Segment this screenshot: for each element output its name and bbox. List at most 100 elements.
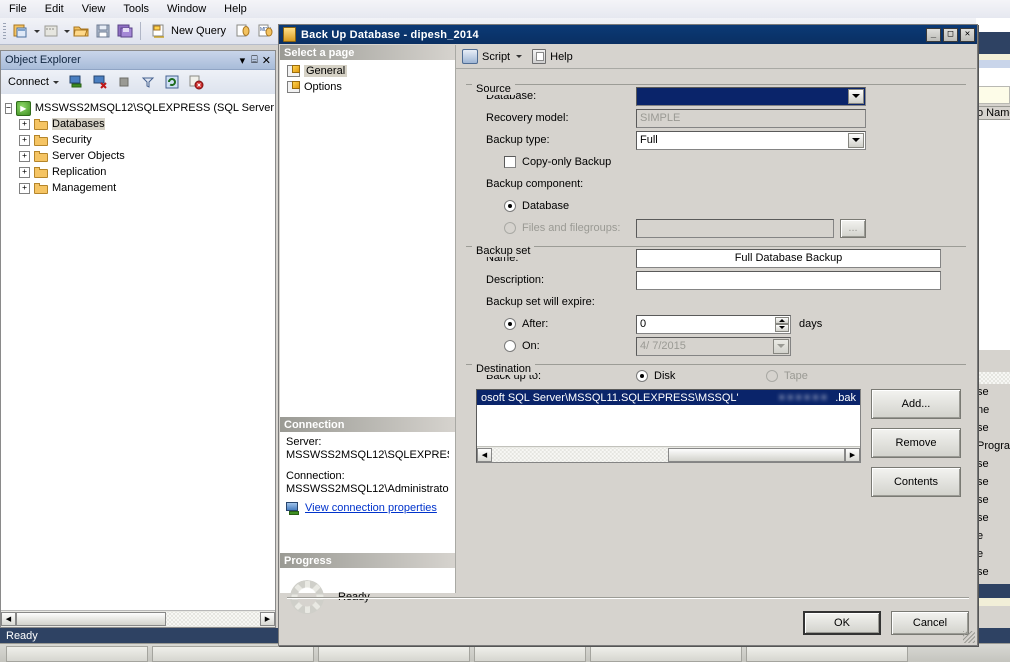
copy-only-row[interactable]: Copy-only Backup bbox=[466, 151, 966, 173]
pin-icon[interactable]: ⌸ bbox=[251, 54, 258, 67]
disk-radio[interactable] bbox=[636, 370, 648, 382]
stepper-arrows[interactable] bbox=[775, 316, 789, 332]
contents-button[interactable]: Contents bbox=[871, 467, 961, 497]
mdx-query-icon[interactable]: MDX bbox=[254, 20, 276, 42]
connect-button[interactable]: Connect bbox=[4, 76, 63, 88]
panel-dropdown-icon[interactable]: ▾ bbox=[240, 54, 246, 67]
scroll-left-button[interactable]: ◀ bbox=[1, 612, 16, 626]
resize-grip[interactable] bbox=[963, 631, 975, 643]
component-database-radio[interactable] bbox=[504, 200, 516, 212]
component-database-row[interactable]: Database bbox=[466, 195, 966, 217]
ok-button[interactable]: OK bbox=[803, 611, 881, 635]
stepper-up-icon[interactable] bbox=[775, 316, 789, 324]
tree-node-server-objects[interactable]: + Server Objects bbox=[5, 148, 275, 164]
script-dropdown-icon[interactable] bbox=[516, 55, 523, 58]
expire-after-stepper[interactable]: 0 bbox=[636, 314, 791, 334]
expand-icon[interactable]: + bbox=[19, 118, 30, 130]
menu-item-view[interactable]: View bbox=[73, 0, 115, 18]
expire-on-date-picker[interactable]: 4/ 7/2015 bbox=[636, 336, 791, 356]
toolbar-separator bbox=[140, 22, 141, 40]
taskbar-item[interactable] bbox=[474, 646, 586, 662]
files-browse-button[interactable]: ... bbox=[840, 218, 866, 238]
view-connection-properties-link[interactable]: View connection properties bbox=[305, 502, 437, 515]
scroll-right-button[interactable]: ▶ bbox=[260, 612, 275, 626]
expand-icon[interactable]: + bbox=[19, 134, 30, 146]
minimize-button[interactable]: _ bbox=[926, 27, 941, 42]
scrollbar-track[interactable] bbox=[166, 612, 260, 626]
view-connection-properties-row[interactable]: View connection properties bbox=[286, 502, 449, 515]
disk-option[interactable]: Disk bbox=[636, 370, 766, 382]
connect-object-explorer-icon[interactable] bbox=[65, 71, 87, 93]
object-explorer-tree[interactable]: − ▶ MSSWSS2MSQL12\SQLEXPRESS (SQL Server… bbox=[1, 94, 275, 611]
tree-node-databases[interactable]: + Databases bbox=[5, 116, 275, 132]
menu-item-tools[interactable]: Tools bbox=[114, 0, 158, 18]
list-item[interactable]: osoft SQL Server\MSSQL11.SQLEXPRESS\MSSQ… bbox=[477, 390, 860, 405]
stop-icon[interactable] bbox=[113, 71, 135, 93]
remove-button[interactable]: Remove bbox=[871, 428, 961, 458]
list-horizontal-scrollbar[interactable]: ◀ ▶ bbox=[477, 446, 860, 462]
refresh-icon[interactable] bbox=[161, 71, 183, 93]
stepper-down-icon[interactable] bbox=[775, 324, 789, 332]
backup-destination-list[interactable]: osoft SQL Server\MSSQL11.SQLEXPRESS\MSSQ… bbox=[476, 389, 861, 463]
chevron-down-icon[interactable] bbox=[773, 338, 789, 354]
report-error-icon[interactable] bbox=[185, 71, 207, 93]
expire-on-radio[interactable] bbox=[504, 340, 516, 352]
expand-icon[interactable]: + bbox=[19, 150, 30, 162]
page-item-general[interactable]: General bbox=[283, 63, 455, 79]
scroll-left-button[interactable]: ◀ bbox=[477, 447, 492, 462]
open-file-icon[interactable] bbox=[70, 20, 92, 42]
scrollbar-track[interactable] bbox=[492, 447, 668, 462]
page-item-options-label: Options bbox=[304, 81, 342, 93]
save-icon[interactable] bbox=[92, 20, 114, 42]
tape-radio[interactable] bbox=[766, 370, 778, 382]
page-item-options[interactable]: Options bbox=[283, 79, 455, 95]
tree-node-server[interactable]: − ▶ MSSWSS2MSQL12\SQLEXPRESS (SQL Server… bbox=[5, 100, 275, 116]
database-combo[interactable] bbox=[636, 86, 866, 106]
scrollbar-thumb[interactable] bbox=[16, 612, 166, 626]
backup-description-input[interactable] bbox=[636, 270, 941, 290]
expire-after-radio[interactable] bbox=[504, 318, 516, 330]
save-all-icon[interactable] bbox=[114, 20, 136, 42]
backup-name-input[interactable]: Full Database Backup bbox=[636, 248, 941, 268]
taskbar-item[interactable] bbox=[6, 646, 148, 662]
tree-node-replication[interactable]: + Replication bbox=[5, 164, 275, 180]
object-explorer-horizontal-scrollbar[interactable]: ◀ ▶ bbox=[1, 610, 275, 627]
scroll-right-button[interactable]: ▶ bbox=[845, 447, 860, 462]
maximize-button[interactable]: □ bbox=[943, 27, 958, 42]
tree-node-management[interactable]: + Management bbox=[5, 180, 275, 196]
add-button[interactable]: Add... bbox=[871, 389, 961, 419]
help-icon bbox=[532, 49, 547, 64]
script-button[interactable]: Script bbox=[462, 49, 523, 64]
component-files-radio[interactable] bbox=[504, 222, 516, 234]
taskbar-item[interactable] bbox=[318, 646, 470, 662]
taskbar-item[interactable] bbox=[590, 646, 742, 662]
new-project-icon[interactable] bbox=[10, 20, 32, 42]
taskbar-item[interactable] bbox=[746, 646, 908, 662]
cancel-button[interactable]: Cancel bbox=[891, 611, 969, 635]
panel-close-icon[interactable]: ✕ bbox=[262, 54, 271, 67]
disconnect-object-explorer-icon[interactable] bbox=[89, 71, 111, 93]
expand-icon[interactable]: + bbox=[19, 166, 30, 178]
connect-dropdown-icon[interactable] bbox=[52, 80, 59, 84]
menu-item-help[interactable]: Help bbox=[215, 0, 256, 18]
copy-only-checkbox[interactable] bbox=[504, 156, 516, 168]
taskbar-item[interactable] bbox=[152, 646, 314, 662]
collapse-icon[interactable]: − bbox=[5, 102, 12, 114]
chevron-down-icon[interactable] bbox=[848, 88, 864, 104]
close-button[interactable]: ✕ bbox=[960, 27, 975, 42]
menu-item-window[interactable]: Window bbox=[158, 0, 215, 18]
database-engine-query-icon[interactable] bbox=[232, 20, 254, 42]
chevron-down-icon[interactable] bbox=[848, 132, 864, 148]
expand-icon[interactable]: + bbox=[19, 182, 30, 194]
menu-item-file[interactable]: File bbox=[0, 0, 36, 18]
dialog-titlebar[interactable]: Back Up Database - dipesh_2014 _ □ ✕ bbox=[279, 25, 977, 44]
toolbar-grip[interactable] bbox=[3, 23, 6, 39]
help-button[interactable]: Help bbox=[532, 49, 573, 64]
menu-item-edit[interactable]: Edit bbox=[36, 0, 73, 18]
scrollbar-thumb[interactable] bbox=[667, 447, 845, 462]
tree-node-security[interactable]: + Security bbox=[5, 132, 275, 148]
new-query-button[interactable]: New Query bbox=[145, 20, 232, 42]
filter-icon[interactable] bbox=[137, 71, 159, 93]
backup-type-combo[interactable]: Full bbox=[636, 130, 866, 150]
add-item-icon[interactable] bbox=[40, 20, 62, 42]
